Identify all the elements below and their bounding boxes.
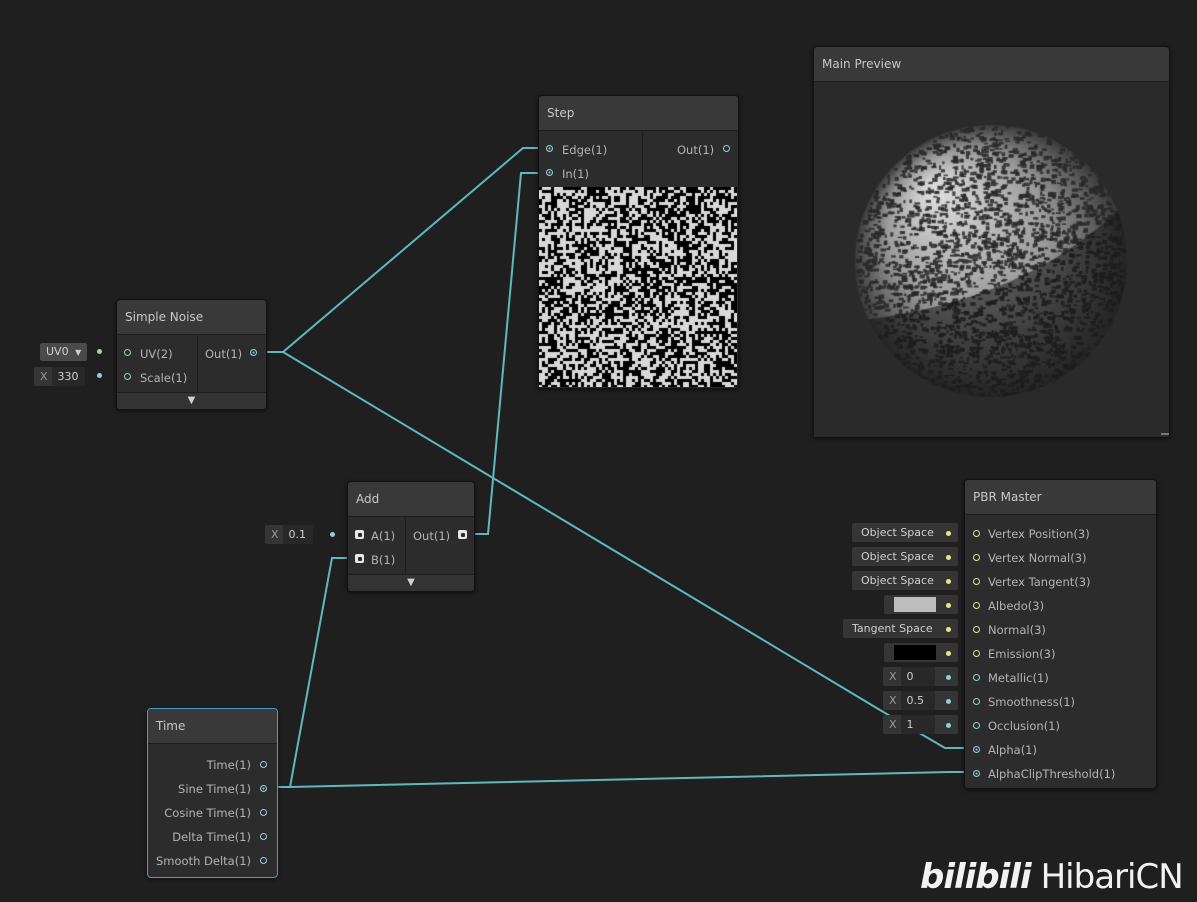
port-divider (197, 334, 198, 392)
cosine-time-output-port[interactable] (260, 809, 267, 816)
simple-noise-node[interactable]: Simple Noise UV(2) Scale(1) Out(1) ▼ (116, 299, 267, 410)
watermark-text: HibariCN (1040, 857, 1184, 897)
vertex-tangent-input-port[interactable] (973, 578, 980, 585)
uv-field-connector (97, 349, 102, 354)
add-node[interactable]: Add A(1) B(1) Out(1) ▼ (347, 481, 475, 592)
metallic-input-port[interactable] (973, 674, 980, 681)
alpha-clip-threshold-input-port[interactable] (973, 770, 980, 777)
a-input-port[interactable] (355, 530, 364, 539)
node-title: Simple Noise (117, 300, 266, 335)
a-input-label: A(1) (371, 529, 396, 543)
wire-noise-to-edge (256, 147, 543, 353)
vertex-position-space-field[interactable]: Object Space (852, 523, 958, 542)
resize-handle[interactable] (1161, 433, 1169, 435)
bilibili-logo: bilibili (920, 857, 1032, 897)
metallic-value[interactable]: 0 (900, 667, 935, 686)
uv-channel-dropdown[interactable]: UV0 ▼ (40, 343, 88, 361)
vertex-normal-input-label: Vertex Normal(3) (988, 551, 1087, 565)
pbr-master-node[interactable]: PBR Master Vertex Position(3) Vertex Nor… (964, 479, 1157, 789)
alpha-input-port[interactable] (973, 746, 980, 753)
chevron-down-icon: ▼ (187, 395, 196, 406)
emission-input-label: Emission(3) (988, 647, 1056, 661)
cosine-time-output-label: Cosine Time(1) (164, 806, 251, 820)
uv-input-port[interactable] (124, 349, 131, 356)
in-input-label: In(1) (562, 167, 589, 181)
albedo-input-label: Albedo(3) (988, 599, 1045, 613)
vertex-normal-space-field[interactable]: Object Space (852, 547, 958, 566)
out-output-port[interactable] (458, 530, 467, 539)
add-a-field-connector (330, 532, 335, 537)
occlusion-input-label: Occlusion(1) (988, 719, 1060, 733)
time-output-label: Time(1) (206, 758, 251, 772)
node-title: Step (539, 96, 738, 131)
sphere-preview[interactable] (814, 82, 1169, 437)
b-input-port[interactable] (355, 554, 364, 563)
alpha-input-label: Alpha(1) (988, 743, 1037, 757)
vertex-tangent-input-label: Vertex Tangent(3) (988, 575, 1091, 589)
edge-input-port[interactable] (546, 145, 553, 152)
vertex-normal-input-port[interactable] (973, 554, 980, 561)
main-preview-panel[interactable]: Main Preview (813, 46, 1170, 438)
step-node-preview (539, 187, 737, 387)
uv-input-label: UV(2) (140, 347, 173, 361)
out-output-label: Out(1) (677, 143, 715, 157)
vertex-position-input-label: Vertex Position(3) (988, 527, 1090, 541)
albedo-input-port[interactable] (973, 602, 980, 609)
time-node[interactable]: Time Time(1) Sine Time(1) Cosine Time(1)… (147, 708, 278, 878)
node-title: Add (348, 482, 474, 517)
dropdown-arrow-icon: ▼ (75, 348, 82, 357)
alpha-clip-threshold-input-label: AlphaClipThreshold(1) (988, 767, 1116, 781)
albedo-color-swatch[interactable] (894, 597, 936, 612)
smooth-delta-output-port[interactable] (260, 857, 267, 864)
add-a-value[interactable]: 0.1 (282, 525, 313, 544)
expand-preview-button[interactable]: ▼ (348, 574, 474, 591)
out-output-port[interactable] (723, 145, 730, 152)
occlusion-value[interactable]: 1 (900, 715, 935, 734)
expand-preview-button[interactable]: ▼ (117, 392, 266, 409)
watermark: bilibili HibariCN (920, 852, 1184, 902)
node-title: PBR Master (965, 480, 1156, 515)
scale-field-connector (97, 373, 102, 378)
out-output-port[interactable] (250, 349, 257, 356)
smoothness-input-label: Smoothness(1) (988, 695, 1076, 709)
panel-title: Main Preview (814, 47, 1169, 82)
node-title: Time (148, 709, 277, 744)
add-a-field[interactable]: X 0.1 (265, 525, 313, 544)
scale-field[interactable]: X 330 (34, 367, 85, 386)
delta-time-output-label: Delta Time(1) (172, 830, 251, 844)
out-output-label: Out(1) (413, 529, 451, 543)
out-output-label: Out(1) (205, 347, 243, 361)
wire-add-to-in (466, 172, 543, 535)
normal-space-field[interactable]: Tangent Space (843, 619, 958, 638)
time-output-port[interactable] (260, 761, 267, 768)
occlusion-input-port[interactable] (973, 722, 980, 729)
wire-sine-to-alphaclip (267, 771, 972, 788)
metallic-input-label: Metallic(1) (988, 671, 1049, 685)
scale-input-port[interactable] (124, 373, 131, 380)
delta-time-output-port[interactable] (260, 833, 267, 840)
vertex-tangent-space-field[interactable]: Object Space (852, 571, 958, 590)
sine-time-output-port[interactable] (260, 785, 267, 792)
normal-input-port[interactable] (973, 626, 980, 633)
wire-sine-to-b (267, 557, 352, 788)
emission-color-swatch[interactable] (894, 645, 936, 660)
vertex-position-input-port[interactable] (973, 530, 980, 537)
edge-input-label: Edge(1) (562, 143, 608, 157)
normal-input-label: Normal(3) (988, 623, 1046, 637)
port-divider (405, 516, 406, 574)
port-divider (642, 130, 643, 186)
in-input-port[interactable] (546, 169, 553, 176)
scale-input-label: Scale(1) (140, 371, 188, 385)
chevron-down-icon: ▼ (407, 577, 415, 588)
scale-value[interactable]: 330 (51, 367, 85, 386)
emission-input-port[interactable] (973, 650, 980, 657)
smoothness-input-port[interactable] (973, 698, 980, 705)
smooth-delta-output-label: Smooth Delta(1) (156, 854, 251, 868)
smoothness-value[interactable]: 0.5 (900, 691, 935, 710)
b-input-label: B(1) (371, 553, 396, 567)
sine-time-output-label: Sine Time(1) (178, 782, 251, 796)
